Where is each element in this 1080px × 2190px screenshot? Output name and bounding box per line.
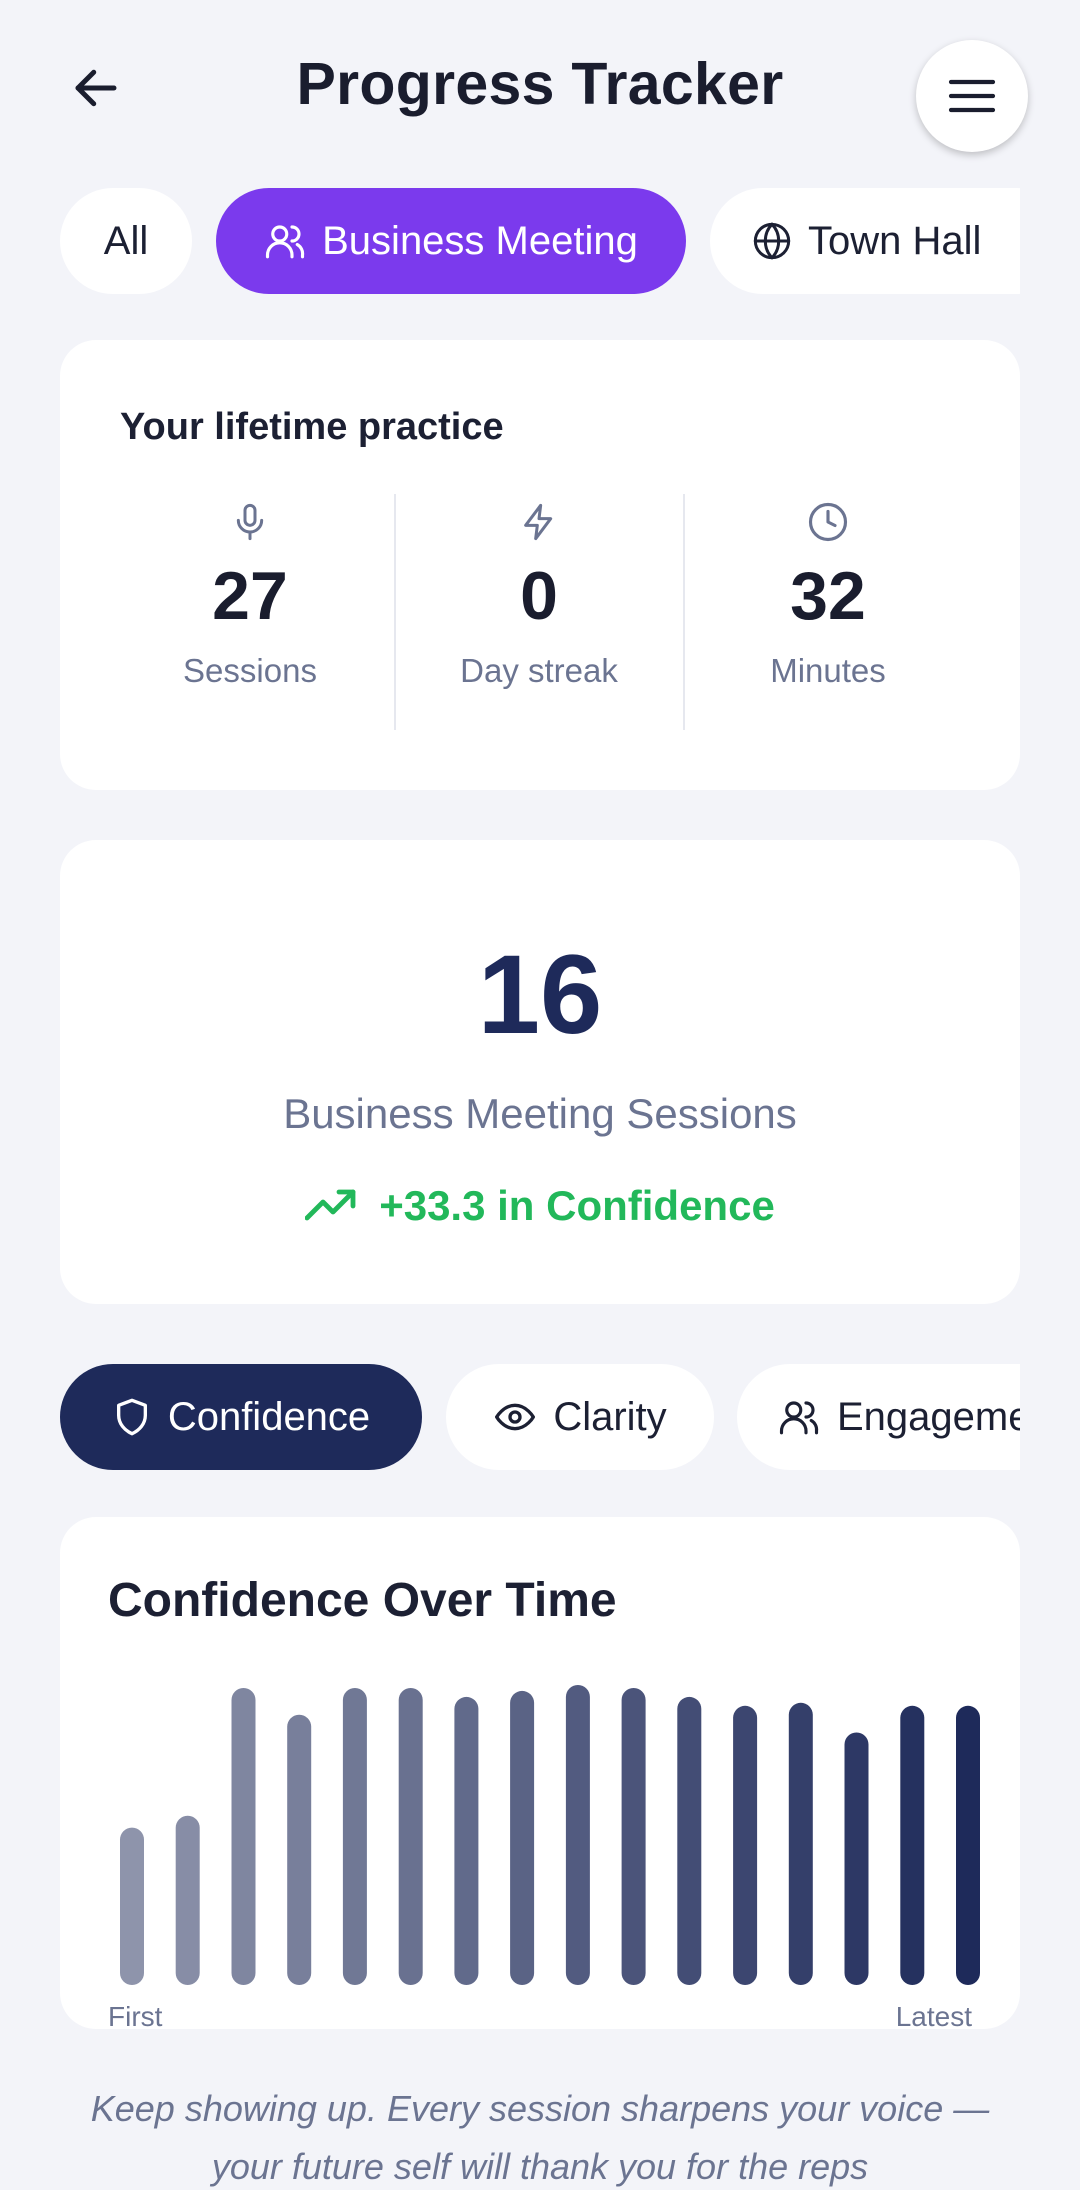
trend-indicator: +33.3 in Confidence	[60, 1182, 1020, 1230]
chart-bar	[175, 1815, 200, 1985]
eye-icon	[495, 1403, 536, 1431]
users-icon	[779, 1401, 819, 1435]
chart-bar	[565, 1685, 590, 1985]
lifetime-title: Your lifetime practice	[120, 406, 504, 448]
tab-label: Confidence	[167, 1394, 371, 1439]
lifetime-practice-card: Your lifetime practice 27 Sessions 0 Day…	[60, 340, 1020, 790]
chart-bar	[900, 1705, 925, 1985]
stat-minutes: 32 Minutes	[684, 500, 972, 690]
tab-label: Clarity	[553, 1394, 667, 1439]
header: Progress Tracker	[0, 0, 1080, 170]
tab-confidence[interactable]: Confidence	[60, 1364, 422, 1470]
stat-value: 32	[790, 558, 866, 634]
chart-bar	[788, 1702, 813, 1985]
chart-bar	[733, 1705, 758, 1985]
lightning-icon	[524, 503, 553, 541]
x-axis-start-label: First	[108, 2001, 163, 2029]
chart-bar	[621, 1688, 646, 1985]
trending-up-icon	[305, 1189, 356, 1221]
stat-sessions: 27 Sessions	[106, 500, 394, 690]
stat-value: 27	[212, 558, 288, 634]
menu-button[interactable]	[916, 40, 1028, 152]
hamburger-menu-icon	[948, 79, 996, 113]
stat-value: 0	[520, 558, 558, 634]
stat-day-streak: 0 Day streak	[395, 500, 683, 690]
chart-bar	[677, 1696, 702, 1985]
filter-chip-label: Business Meeting	[322, 218, 638, 263]
chart-bar	[231, 1688, 256, 1985]
confidence-chart-card: Confidence Over Time First Latest	[60, 1517, 1020, 2029]
stat-label: Day streak	[460, 652, 618, 689]
globe-icon	[753, 222, 791, 260]
motivation-footer: Keep showing up. Every session sharpens …	[90, 2088, 990, 2187]
filter-chip-business-meeting[interactable]: Business Meeting	[216, 188, 686, 294]
microphone-icon	[236, 503, 264, 541]
stat-label: Sessions	[183, 652, 317, 689]
trend-text: +33.3 in Confidence	[379, 1182, 775, 1229]
session-count-label: Business Meeting Sessions	[283, 1090, 797, 1137]
bar-chart	[120, 1685, 980, 1985]
chart-bar	[844, 1732, 869, 1985]
tab-engagement[interactable]: Engagement	[737, 1364, 1020, 1470]
filter-chip-town-hall[interactable]: Town Hall	[710, 188, 1020, 294]
metric-tab-row: Confidence Clarity Engagement	[0, 1364, 1020, 1470]
stat-label: Minutes	[770, 652, 886, 689]
filter-chip-label: All	[103, 218, 149, 263]
chart-bar	[510, 1690, 535, 1985]
category-filter-row: All Business Meeting Town Hall	[0, 188, 1020, 294]
chart-bar	[287, 1714, 312, 1985]
chart-bar	[956, 1705, 980, 1985]
users-icon	[266, 225, 305, 259]
x-axis-end-label: Latest	[895, 2001, 972, 2029]
session-count: 16	[477, 932, 603, 1057]
session-summary-card: 16 Business Meeting Sessions +33.3 in Co…	[60, 840, 1020, 1304]
clock-icon	[808, 502, 848, 542]
shield-icon	[116, 1398, 147, 1436]
chart-bar	[120, 1827, 144, 1985]
tab-clarity[interactable]: Clarity	[446, 1364, 714, 1470]
chart-bar	[454, 1696, 479, 1985]
chart-bar	[342, 1688, 367, 1985]
filter-chip-label: Town Hall	[808, 218, 982, 263]
chart-bar	[398, 1688, 423, 1985]
tab-label: Engagement	[837, 1394, 1020, 1439]
filter-chip-all[interactable]: All	[60, 188, 192, 294]
